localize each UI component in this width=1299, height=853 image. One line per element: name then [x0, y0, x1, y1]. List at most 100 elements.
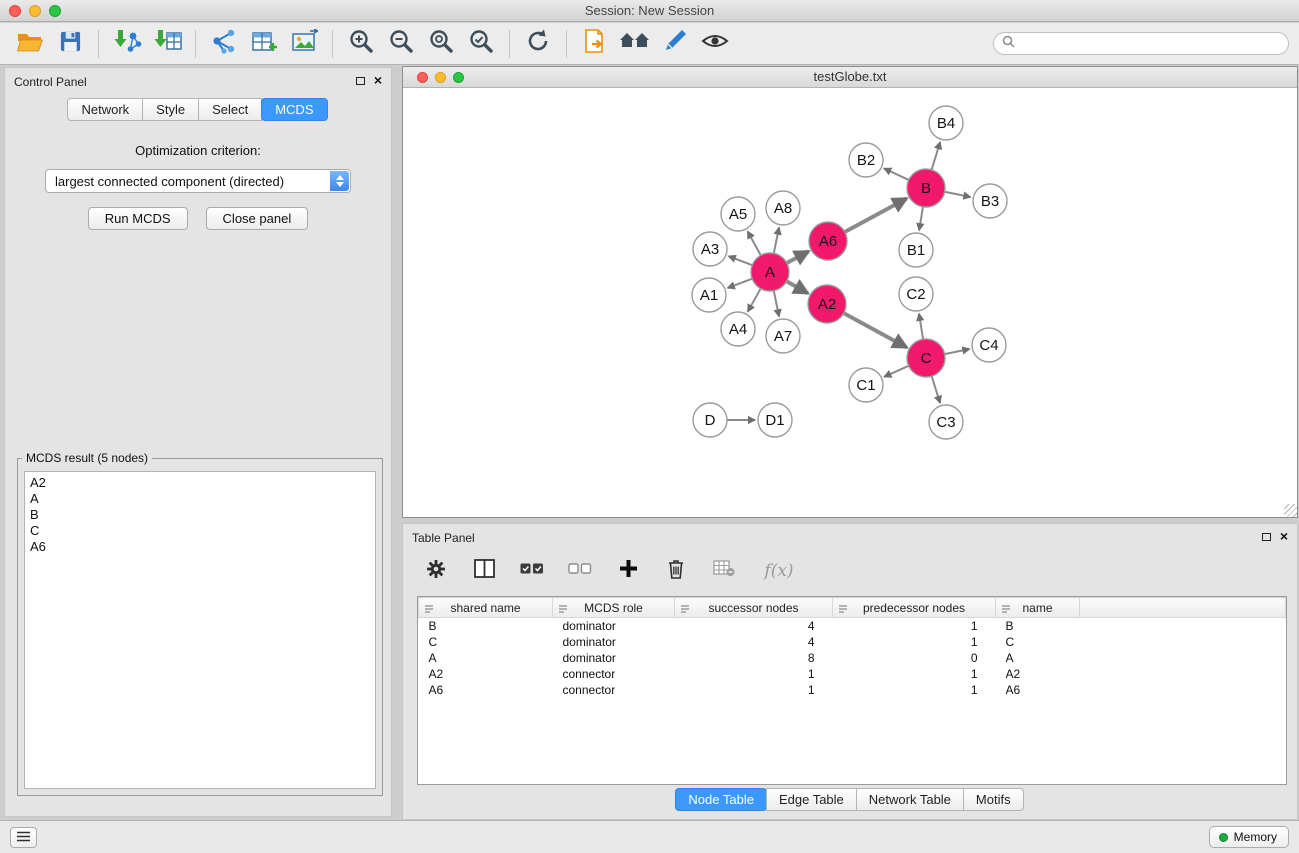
graph-node-A1[interactable]: A1 — [692, 278, 726, 312]
table-row[interactable]: A2connector11A2 — [419, 666, 1286, 682]
graph-edge-A-A1[interactable] — [728, 279, 753, 288]
close-panel-icon[interactable]: × — [1280, 530, 1288, 542]
save-session-button[interactable] — [50, 27, 90, 61]
graph-edge-A-A4[interactable] — [748, 289, 761, 312]
graph-edge-A-A3[interactable] — [729, 256, 753, 265]
function-builder-button[interactable]: f(x) — [759, 558, 799, 584]
zoom-out-button[interactable] — [381, 27, 421, 61]
graph-edge-C-C4[interactable] — [945, 349, 970, 354]
graph-edge-C-C2[interactable] — [919, 314, 923, 339]
float-panel-icon[interactable] — [1262, 533, 1271, 541]
mcds-result-item[interactable]: C — [30, 523, 370, 539]
zoom-fit-button[interactable] — [421, 27, 461, 61]
graph-node-C2[interactable]: C2 — [899, 277, 933, 311]
memory-button[interactable]: Memory — [1209, 826, 1289, 848]
mcds-result-list[interactable]: A2ABCA6 — [24, 471, 376, 789]
graph-node-B1[interactable]: B1 — [899, 233, 933, 267]
tab-mcds[interactable]: MCDS — [261, 98, 327, 121]
zoom-in-button[interactable] — [341, 27, 381, 61]
column-header-mcds-role[interactable]: MCDS role — [553, 598, 675, 618]
column-header-successor-nodes[interactable]: successor nodes — [675, 598, 833, 618]
select-all-button[interactable] — [519, 558, 545, 584]
column-header-name[interactable]: name — [996, 598, 1080, 618]
graph-edge-B-B1[interactable] — [919, 207, 923, 230]
mcds-result-item[interactable]: A2 — [30, 475, 370, 491]
minimize-window-button[interactable] — [29, 5, 41, 17]
new-table-button[interactable] — [244, 27, 284, 61]
table-row[interactable]: Cdominator41C — [419, 634, 1286, 650]
search-field[interactable] — [993, 32, 1289, 55]
add-row-button[interactable] — [615, 558, 641, 584]
graph-edge-A-A5[interactable] — [748, 232, 761, 256]
mcds-result-item[interactable]: A6 — [30, 539, 370, 555]
show-hide-button[interactable] — [695, 27, 735, 61]
graph-node-A6[interactable]: A6 — [809, 222, 847, 260]
table-row[interactable]: Adominator80A — [419, 650, 1286, 666]
deselect-all-button[interactable] — [567, 558, 593, 584]
graph-node-B[interactable]: B — [907, 169, 945, 207]
tab-select[interactable]: Select — [198, 98, 262, 121]
mcds-result-item[interactable]: B — [30, 507, 370, 523]
tab-node-table[interactable]: Node Table — [675, 788, 767, 811]
show-columns-button[interactable] — [471, 558, 497, 584]
network-canvas[interactable]: B4B2BB3A5A8A6A3B1AC2A1A2A4A7C4CC1C3DD1 — [403, 89, 1297, 517]
tab-style[interactable]: Style — [142, 98, 199, 121]
delete-row-button[interactable] — [663, 558, 689, 584]
optimization-criterion-dropdown[interactable]: largest connected component (directed) — [45, 169, 351, 193]
graph-node-C3[interactable]: C3 — [929, 405, 963, 439]
table-row[interactable]: Bdominator41B — [419, 618, 1286, 634]
style-button[interactable] — [655, 27, 695, 61]
close-panel-button[interactable]: Close panel — [206, 207, 309, 230]
graph-node-A7[interactable]: A7 — [766, 319, 800, 353]
close-window-button[interactable] — [9, 5, 21, 17]
close-window-button[interactable] — [417, 72, 428, 83]
graph-node-A3[interactable]: A3 — [693, 232, 727, 266]
graph-node-A5[interactable]: A5 — [721, 197, 755, 231]
graph-node-A8[interactable]: A8 — [766, 191, 800, 225]
tab-motifs[interactable]: Motifs — [963, 788, 1024, 811]
open-session-button[interactable] — [10, 27, 50, 61]
graph-edge-B-B2[interactable] — [884, 168, 909, 180]
graph-edge-B-B4[interactable] — [932, 142, 941, 170]
graph-node-D1[interactable]: D1 — [758, 403, 792, 437]
zoom-selected-button[interactable] — [461, 27, 501, 61]
graph-edge-A-A7[interactable] — [774, 291, 779, 317]
search-input[interactable] — [1020, 37, 1280, 51]
tab-edge-table[interactable]: Edge Table — [766, 788, 857, 811]
table-settings-button[interactable] — [423, 558, 449, 584]
mcds-result-item[interactable]: A — [30, 491, 370, 507]
tab-network[interactable]: Network — [67, 98, 143, 121]
graph-edge-C-C1[interactable] — [884, 366, 908, 377]
minimize-window-button[interactable] — [435, 72, 446, 83]
graph-edge-A-A2[interactable] — [787, 281, 808, 293]
close-panel-icon[interactable]: × — [374, 74, 382, 86]
table-row[interactable]: A6connector11A6 — [419, 682, 1286, 698]
graph-edge-A2-C[interactable] — [844, 313, 907, 347]
tab-network-table[interactable]: Network Table — [856, 788, 964, 811]
graph-node-A4[interactable]: A4 — [721, 312, 755, 346]
paste-button[interactable] — [575, 27, 615, 61]
run-mcds-button[interactable]: Run MCDS — [88, 207, 188, 230]
graph-node-B2[interactable]: B2 — [849, 143, 883, 177]
zoom-window-button[interactable] — [453, 72, 464, 83]
resize-grip[interactable] — [1284, 504, 1297, 517]
column-header-shared-name[interactable]: shared name — [419, 598, 553, 618]
apply-layout-button[interactable] — [518, 27, 558, 61]
new-network-button[interactable] — [204, 27, 244, 61]
float-panel-icon[interactable] — [356, 77, 365, 85]
graph-edge-A-A8[interactable] — [774, 228, 779, 254]
delete-table-button[interactable] — [711, 558, 737, 584]
column-header-predecessor-nodes[interactable]: predecessor nodes — [833, 598, 996, 618]
import-table-button[interactable] — [147, 27, 187, 61]
graph-node-B4[interactable]: B4 — [929, 106, 963, 140]
import-network-button[interactable] — [107, 27, 147, 61]
home-button[interactable] — [615, 27, 655, 61]
export-image-button[interactable] — [284, 27, 324, 61]
graph-node-A2[interactable]: A2 — [808, 285, 846, 323]
graph-node-C1[interactable]: C1 — [849, 368, 883, 402]
graph-node-C4[interactable]: C4 — [972, 328, 1006, 362]
task-history-button[interactable] — [10, 827, 37, 848]
graph-node-B3[interactable]: B3 — [973, 184, 1007, 218]
graph-node-C[interactable]: C — [907, 339, 945, 377]
graph-node-A[interactable]: A — [751, 253, 789, 291]
